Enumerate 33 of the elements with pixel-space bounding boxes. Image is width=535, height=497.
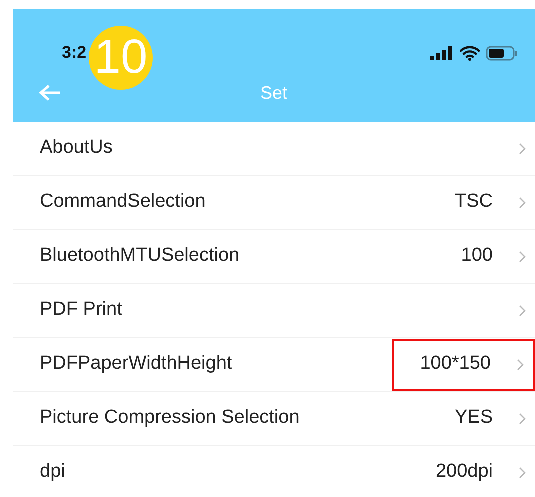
battery-icon xyxy=(486,46,519,60)
settings-row[interactable]: PDF Print xyxy=(13,284,535,338)
chevron-icon xyxy=(517,358,524,370)
row-label: BluetoothMTUSelection xyxy=(40,244,241,268)
row-value: 100*150 xyxy=(420,352,491,376)
settings-row[interactable]: CommandSelection TSC xyxy=(13,176,535,230)
chevron-icon xyxy=(519,196,526,208)
row-label: dpi xyxy=(40,460,66,484)
settings-row[interactable]: PDFPaperWidthHeight 100*150 xyxy=(13,338,535,392)
chevron-icon xyxy=(519,142,526,154)
annotation-badge: 10 xyxy=(89,26,153,90)
row-value: YES xyxy=(454,406,493,430)
chevron-icon xyxy=(519,412,526,424)
row-value: TSC xyxy=(455,190,493,214)
row-label: CommandSelection xyxy=(40,190,207,214)
settings-row[interactable]: AboutUs xyxy=(13,122,535,176)
settings-row[interactable]: BluetoothMTUSelection 100 xyxy=(13,230,535,284)
row-value: 200dpi xyxy=(436,460,493,484)
back-arrow-icon[interactable] xyxy=(39,84,61,102)
settings-row[interactable]: dpi 200dpi xyxy=(13,446,535,497)
header-title: Set xyxy=(260,82,288,104)
settings-row[interactable]: Picture Compression Selection YES xyxy=(13,392,535,446)
row-label: PDF Print xyxy=(40,298,124,322)
status-time: 3:2 xyxy=(62,42,87,64)
row-label: AboutUs xyxy=(40,136,114,160)
chevron-icon xyxy=(519,250,526,262)
chevron-icon xyxy=(519,304,526,316)
row-value: 100 xyxy=(461,244,493,268)
row-label: PDFPaperWidthHeight xyxy=(40,352,234,376)
wifi-icon xyxy=(460,46,480,60)
signal-icon xyxy=(430,46,454,60)
row-label: Picture Compression Selection xyxy=(40,406,301,430)
chevron-icon xyxy=(519,466,526,478)
